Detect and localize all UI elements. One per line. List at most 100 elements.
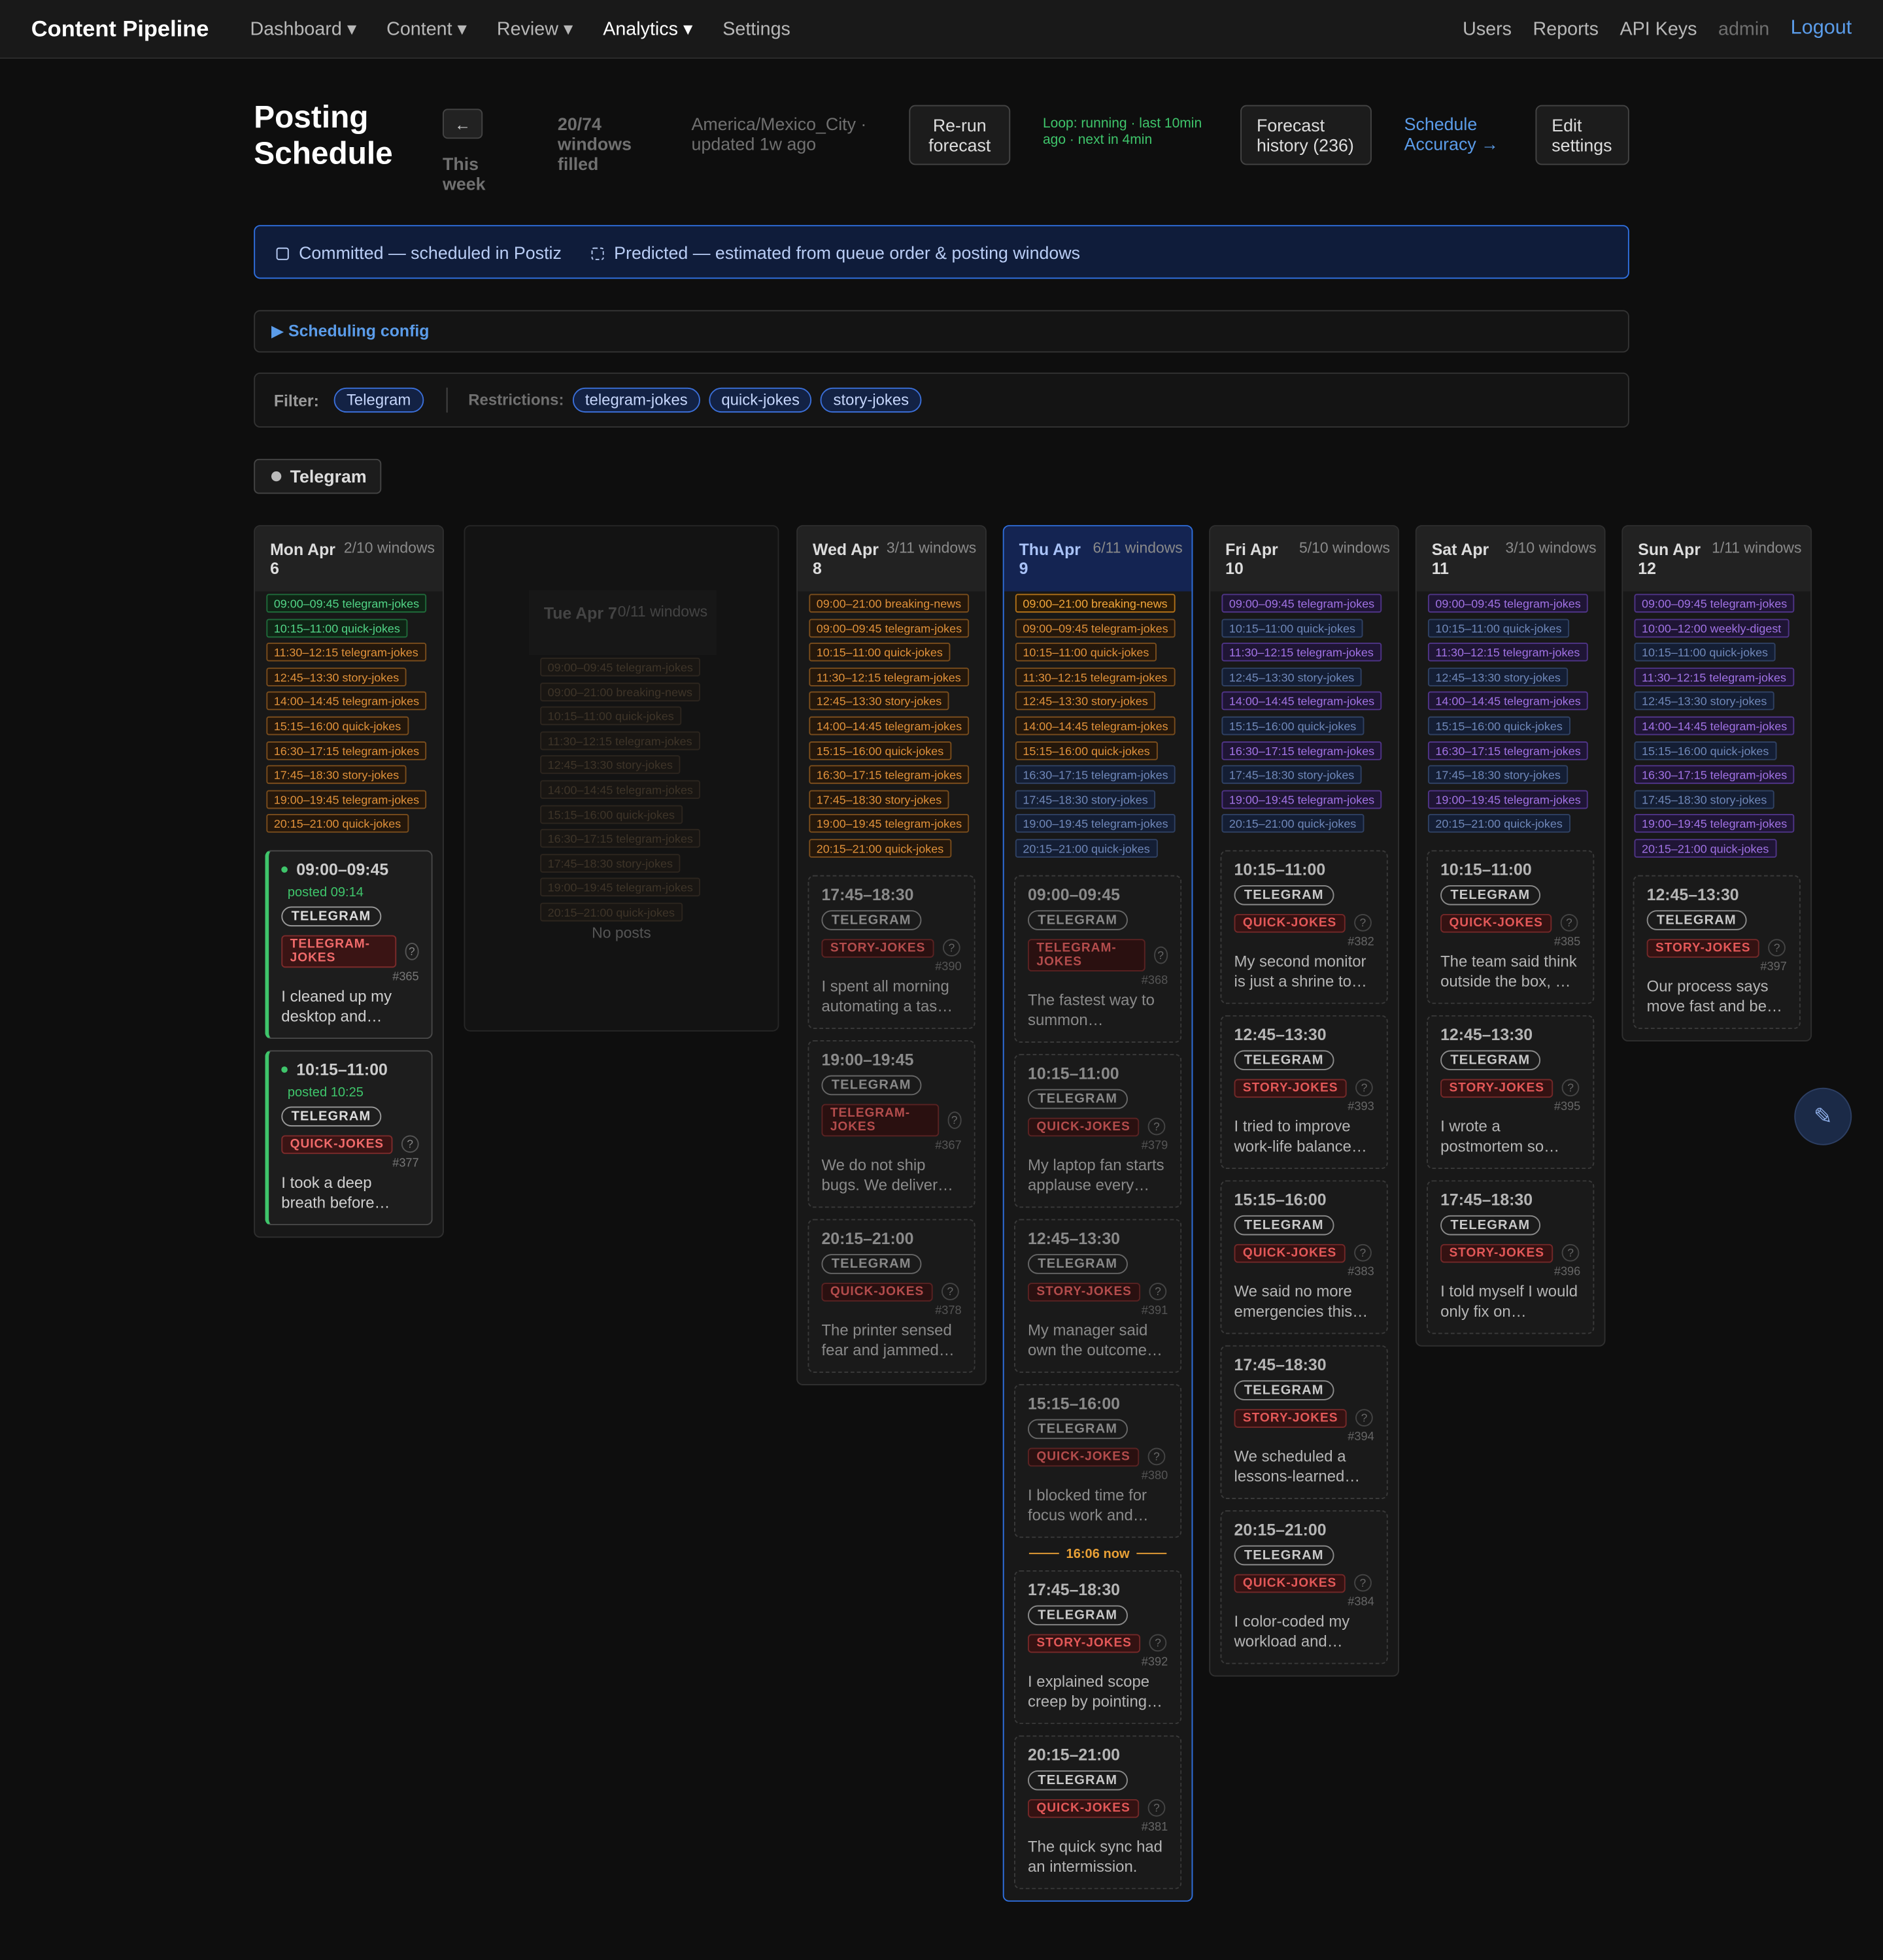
help-icon[interactable]: ? <box>1560 914 1578 932</box>
help-icon[interactable]: ? <box>1354 914 1372 932</box>
help-icon[interactable]: ? <box>1147 1447 1166 1466</box>
window-slot[interactable]: 10:15–11:00 quick-jokes <box>1427 618 1569 637</box>
post-card[interactable]: 09:00–09:45 TELEGRAM TELEGRAM-JOKES? #368 Th… <box>1013 874 1182 1043</box>
window-slot[interactable]: 11:30–12:15 telegram-jokes <box>266 643 426 662</box>
window-slot[interactable]: 11:30–12:15 telegram-jokes <box>1015 667 1175 686</box>
restriction-quick-jokes[interactable]: quick-jokes <box>709 387 813 413</box>
window-slot[interactable]: 12:45–13:30 story-jokes <box>809 692 949 711</box>
nav-dashboard[interactable]: Dashboard ▾ <box>250 18 357 41</box>
window-slot[interactable]: 10:15–11:00 quick-jokes <box>1634 643 1776 662</box>
window-slot[interactable]: 19:00–19:45 telegram-jokes <box>1015 814 1176 834</box>
window-slot[interactable]: 20:15–21:00 quick-jokes <box>266 814 409 834</box>
window-slot[interactable]: 10:15–11:00 quick-jokes <box>1221 618 1363 637</box>
post-card[interactable]: 20:15–21:00 TELEGRAM QUICK-JOKES? #381 The q… <box>1013 1734 1182 1889</box>
window-slot[interactable]: 19:00–19:45 telegram-jokes <box>266 790 427 809</box>
help-icon[interactable]: ? <box>1354 1574 1372 1593</box>
window-slot[interactable]: 12:45–13:30 story-jokes <box>266 667 407 686</box>
post-card[interactable]: 17:45–18:30 TELEGRAM STORY-JOKES? #390 I spe… <box>807 874 975 1029</box>
window-slot[interactable]: 10:15–11:00 quick-jokes <box>809 643 951 662</box>
window-slot[interactable]: 11:30–12:15 telegram-jokes <box>1221 643 1382 662</box>
window-slot[interactable]: 09:00–21:00 breaking-news <box>1015 594 1176 613</box>
restriction-story-jokes[interactable]: story-jokes <box>821 387 922 413</box>
window-slot[interactable]: 16:30–17:15 telegram-jokes <box>1221 741 1382 760</box>
post-card[interactable]: 12:45–13:30 TELEGRAM STORY-JOKES? #391 My ma… <box>1013 1218 1182 1372</box>
window-slot[interactable]: 14:00–14:45 telegram-jokes <box>1634 716 1795 735</box>
filter-channel-telegram[interactable]: Telegram <box>333 387 424 413</box>
window-slot[interactable]: 09:00–09:45 telegram-jokes <box>1221 594 1382 613</box>
help-icon[interactable]: ? <box>1149 1634 1167 1652</box>
post-card[interactable]: 15:15–16:00 TELEGRAM QUICK-JOKES? #380 I blo… <box>1013 1383 1182 1538</box>
help-icon[interactable]: ? <box>1147 1799 1166 1817</box>
window-slot[interactable]: 15:15–16:00 quick-jokes <box>809 741 951 760</box>
help-icon[interactable]: ? <box>1354 1244 1372 1262</box>
window-slot[interactable]: 12:45–13:30 story-jokes <box>1015 692 1156 711</box>
restriction-telegram-jokes[interactable]: telegram-jokes <box>572 387 700 413</box>
help-icon[interactable]: ? <box>943 939 960 957</box>
nav-review[interactable]: Review ▾ <box>497 18 573 41</box>
window-slot[interactable]: 09:00–09:45 telegram-jokes <box>266 594 427 613</box>
rerun-forecast-button[interactable]: Re-run forecast <box>909 105 1011 165</box>
help-icon[interactable]: ? <box>1153 945 1168 964</box>
help-icon[interactable]: ? <box>1149 1283 1167 1300</box>
channel-toggle-telegram[interactable]: Telegram <box>254 458 382 494</box>
window-slot[interactable]: 15:15–16:00 quick-jokes <box>266 716 409 735</box>
window-slot[interactable]: 10:15–11:00 quick-jokes <box>1015 643 1157 662</box>
post-card[interactable]: 10:15–11:00 TELEGRAM QUICK-JOKES? #379 My la… <box>1013 1053 1182 1208</box>
window-slot[interactable]: 14:00–14:45 telegram-jokes <box>1427 692 1589 711</box>
prev-week-button[interactable]: ← <box>442 109 483 139</box>
schedule-accuracy-link[interactable]: Schedule Accuracy → <box>1404 114 1517 154</box>
window-slot[interactable]: 20:15–21:00 quick-jokes <box>1015 839 1158 858</box>
help-icon[interactable]: ? <box>1768 939 1786 957</box>
window-slot[interactable]: 19:00–19:45 telegram-jokes <box>1221 790 1382 809</box>
help-icon[interactable]: ? <box>405 942 419 960</box>
window-slot[interactable]: 15:15–16:00 quick-jokes <box>1221 716 1364 735</box>
window-slot[interactable]: 12:45–13:30 story-jokes <box>1427 667 1569 686</box>
window-slot[interactable]: 20:15–21:00 quick-jokes <box>540 902 683 922</box>
window-slot[interactable]: 14:00–14:45 telegram-jokes <box>1221 692 1382 711</box>
window-slot[interactable]: 09:00–09:45 telegram-jokes <box>1634 594 1795 613</box>
window-slot[interactable]: 09:00–21:00 breaking-news <box>809 594 969 613</box>
window-slot[interactable]: 19:00–19:45 telegram-jokes <box>1427 790 1589 809</box>
window-slot[interactable]: 15:15–16:00 quick-jokes <box>540 804 683 824</box>
window-slot[interactable]: 14:00–14:45 telegram-jokes <box>266 692 427 711</box>
nav-content[interactable]: Content ▾ <box>386 18 467 41</box>
nav-reports[interactable]: Reports <box>1533 18 1599 40</box>
window-slot[interactable]: 12:45–13:30 story-jokes <box>1634 692 1774 711</box>
window-slot[interactable]: 20:15–21:00 quick-jokes <box>1634 839 1776 858</box>
window-slot[interactable]: 14:00–14:45 telegram-jokes <box>809 716 970 735</box>
window-slot[interactable]: 19:00–19:45 telegram-jokes <box>540 878 701 897</box>
window-slot[interactable]: 12:45–13:30 story-jokes <box>540 755 681 775</box>
post-card[interactable]: 17:45–18:30 TELEGRAM STORY-JOKES? #394 We sc… <box>1220 1345 1388 1499</box>
window-slot[interactable]: 20:15–21:00 quick-jokes <box>1427 814 1570 834</box>
post-card[interactable]: 20:15–21:00 TELEGRAM QUICK-JOKES? #378 The p… <box>807 1218 975 1372</box>
forecast-history-button[interactable]: Forecast history (236) <box>1240 105 1372 165</box>
window-slot[interactable]: 17:45–18:30 story-jokes <box>1015 790 1156 809</box>
window-slot[interactable]: 14:00–14:45 telegram-jokes <box>1015 716 1176 735</box>
logout-link[interactable]: Logout <box>1791 18 1852 40</box>
post-card[interactable]: 09:00–09:45 posted 09:14 TELEGRAM TELEGRAM-… <box>265 850 433 1039</box>
post-card[interactable]: 12:45–13:30 TELEGRAM STORY-JOKES? #397 Our p… <box>1633 874 1801 1029</box>
window-slot[interactable]: 17:45–18:30 story-jokes <box>540 853 681 873</box>
post-card[interactable]: 10:15–11:00 posted 10:25 TELEGRAM QUICK-JOK… <box>265 1050 433 1226</box>
window-slot[interactable]: 10:00–12:00 weekly-digest <box>1634 618 1789 637</box>
window-slot[interactable]: 19:00–19:45 telegram-jokes <box>809 814 970 834</box>
window-slot[interactable]: 09:00–09:45 telegram-jokes <box>809 618 970 637</box>
window-slot[interactable]: 12:45–13:30 story-jokes <box>1221 667 1362 686</box>
nav-settings[interactable]: Settings <box>722 18 790 40</box>
window-slot[interactable]: 16:30–17:15 telegram-jokes <box>1427 741 1589 760</box>
window-slot[interactable]: 09:00–09:45 telegram-jokes <box>540 657 701 677</box>
help-icon[interactable]: ? <box>1147 1117 1166 1136</box>
window-slot[interactable]: 11:30–12:15 telegram-jokes <box>1634 667 1794 686</box>
window-slot[interactable]: 09:00–09:45 telegram-jokes <box>1015 618 1176 637</box>
scheduling-config-toggle[interactable]: ▶ Scheduling config <box>254 310 1629 353</box>
window-slot[interactable]: 17:45–18:30 story-jokes <box>809 790 949 809</box>
post-card[interactable]: 19:00–19:45 TELEGRAM TELEGRAM-JOKES? #367 We… <box>807 1039 975 1208</box>
nav-users[interactable]: Users <box>1463 18 1512 40</box>
window-slot[interactable]: 17:45–18:30 story-jokes <box>1427 765 1569 785</box>
help-icon[interactable]: ? <box>1561 1244 1580 1262</box>
nav-analytics[interactable]: Analytics ▾ <box>603 18 692 41</box>
window-slot[interactable]: 09:00–09:45 telegram-jokes <box>1427 594 1589 613</box>
window-slot[interactable]: 17:45–18:30 story-jokes <box>266 765 407 785</box>
window-slot[interactable]: 16:30–17:15 telegram-jokes <box>809 765 970 785</box>
post-card[interactable]: 17:45–18:30 TELEGRAM STORY-JOKES? #392 I exp… <box>1013 1570 1182 1724</box>
